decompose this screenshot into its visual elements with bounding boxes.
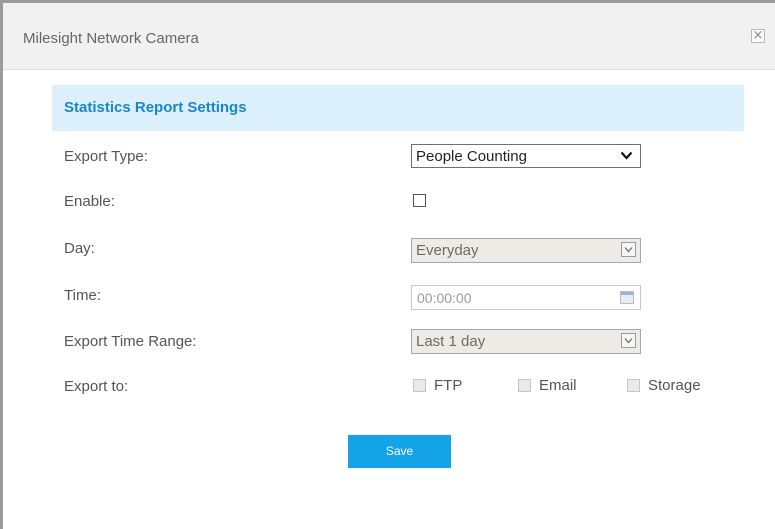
day-label: Day: (64, 240, 95, 257)
close-icon[interactable]: × (751, 29, 765, 43)
dialog-titlebar: Milesight Network Camera × (3, 3, 775, 70)
calendar-icon (620, 291, 634, 304)
ftp-checkbox[interactable] (413, 379, 426, 392)
dialog-title: Milesight Network Camera (23, 30, 199, 47)
export-to-label: Export to: (64, 378, 129, 395)
dropdown-arrow-icon (621, 242, 636, 257)
export-type-label: Export Type: (64, 148, 148, 165)
day-select[interactable]: Everyday (411, 238, 641, 263)
export-time-range-label: Export Time Range: (64, 333, 197, 350)
storage-checkbox[interactable] (627, 379, 640, 392)
email-label: Email (539, 377, 577, 394)
dropdown-arrow-icon (621, 333, 636, 348)
ftp-label: FTP (434, 377, 463, 394)
export-type-value: People Counting (416, 148, 527, 165)
time-input[interactable]: 00:00:00 (411, 285, 641, 310)
storage-label: Storage (648, 377, 701, 394)
save-button[interactable]: Save (348, 435, 451, 468)
email-checkbox[interactable] (518, 379, 531, 392)
section-title: Statistics Report Settings (64, 99, 247, 116)
day-value: Everyday (416, 242, 479, 259)
enable-label: Enable: (64, 193, 115, 210)
time-label: Time: (64, 287, 101, 304)
time-value: 00:00:00 (417, 290, 472, 306)
export-time-range-value: Last 1 day (416, 333, 486, 350)
export-time-range-select[interactable]: Last 1 day (411, 329, 641, 354)
chevron-down-icon (620, 151, 633, 160)
section-header: Statistics Report Settings (52, 85, 744, 131)
export-type-select[interactable]: People Counting (411, 144, 641, 168)
enable-checkbox[interactable] (413, 194, 426, 207)
settings-dialog: Milesight Network Camera × Statistics Re… (0, 0, 775, 529)
